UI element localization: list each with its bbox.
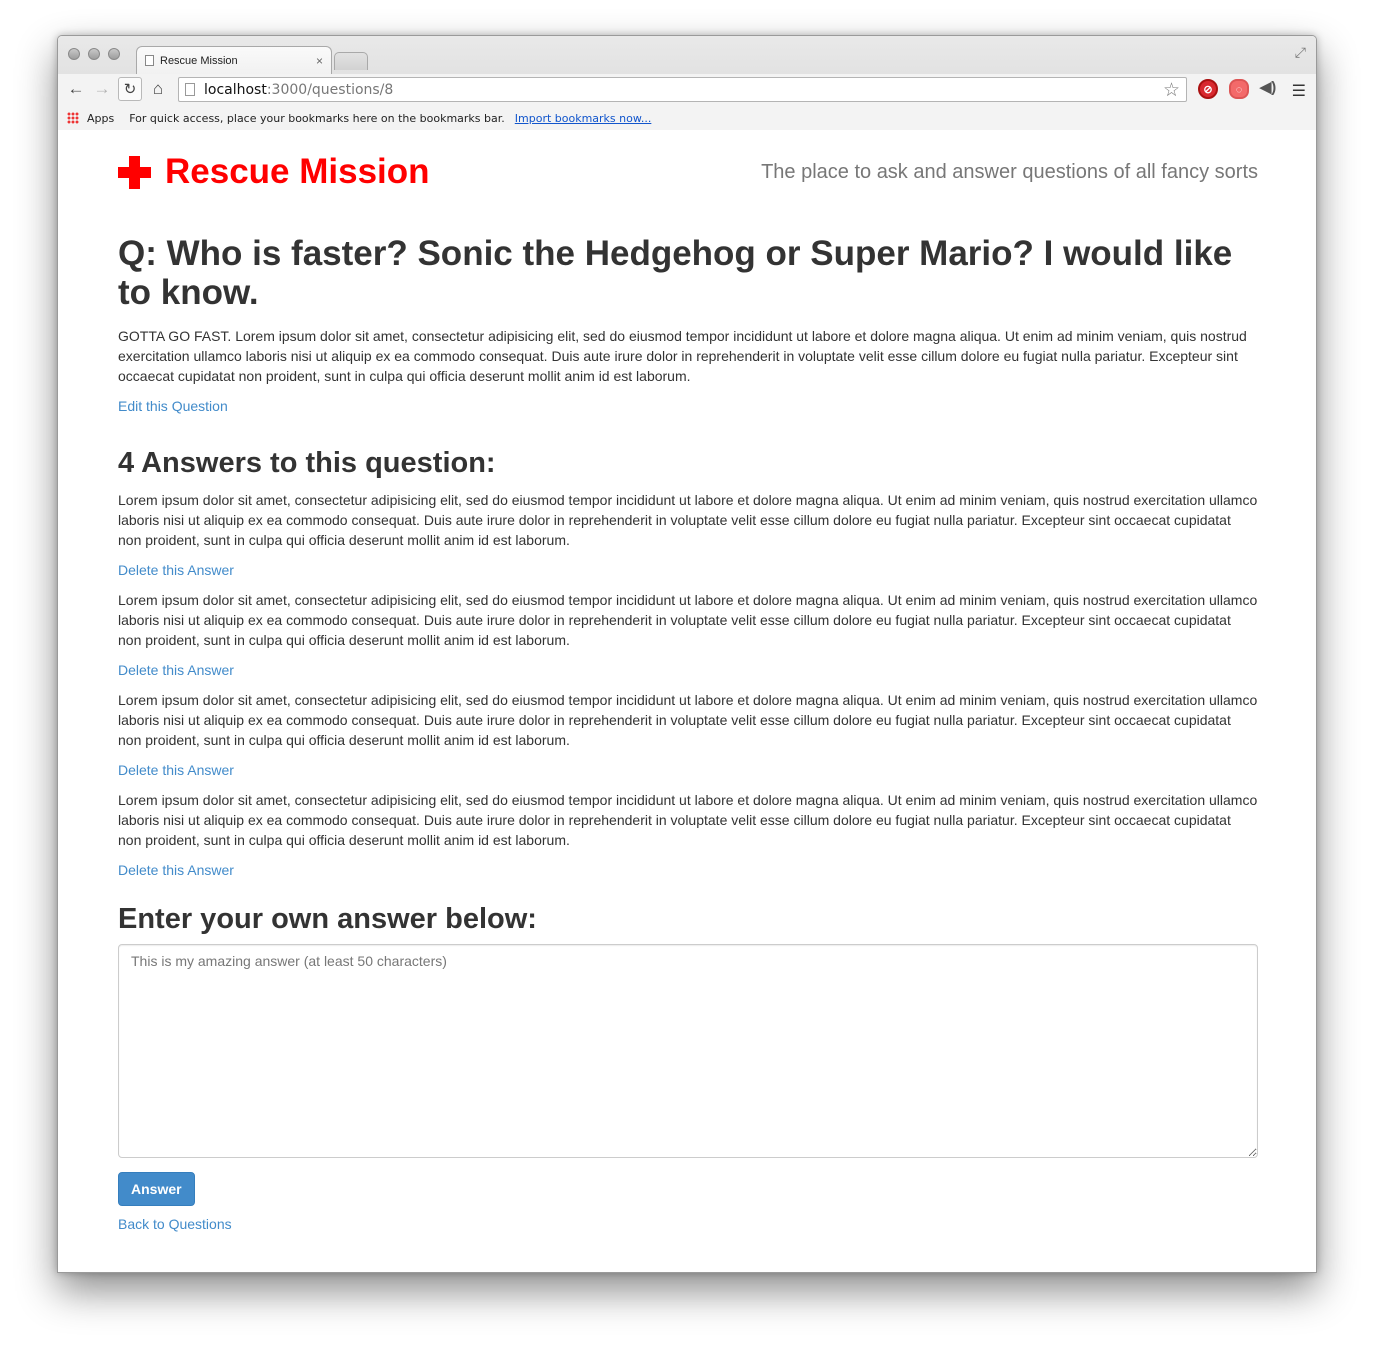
answer-item: Lorem ipsum dolor sit amet, consectetur … [118,490,1258,580]
menu-icon[interactable]: ☰ [1292,81,1306,101]
site-logo[interactable]: Rescue Mission [118,152,430,192]
browser-tab[interactable]: Rescue Mission × [136,46,332,74]
site-tagline: The place to ask and answer questions of… [761,161,1258,183]
question-title: Q: Who is faster? Sonic the Hedgehog or … [118,234,1233,312]
browser-toolbar: ← → ↻ ⌂ localhost:3000/questions/8 ☆ ⊘ ◌… [58,74,1316,106]
bookmarks-bar: Apps For quick access, place your bookma… [58,106,1316,130]
url-path: :3000/questions/8 [266,81,394,98]
delete-answer-link[interactable]: Delete this Answer [118,560,234,580]
red-cross-icon [118,155,151,189]
site-header: Rescue Mission The place to ask and answ… [118,130,1258,240]
site-name: Rescue Mission [165,152,430,191]
url-host: localhost [204,81,267,98]
back-to-questions-link[interactable]: Back to Questions [118,1214,232,1234]
submit-answer-button[interactable]: Answer [118,1172,195,1206]
answer-body: Lorem ipsum dolor sit amet, consectetur … [118,792,1258,848]
tab-title: Rescue Mission [160,54,238,67]
answer-body: Lorem ipsum dolor sit amet, consectetur … [118,592,1258,648]
pocket-extension-icon[interactable]: ◌ [1229,79,1249,99]
address-bar[interactable]: localhost:3000/questions/8 ☆ [178,77,1187,102]
answer-item: Lorem ipsum dolor sit amet, consectetur … [118,590,1258,680]
browser-chrome: Rescue Mission × ⤢ ← → ↻ ⌂ localhost:300… [58,36,1316,130]
delete-answer-link[interactable]: Delete this Answer [118,660,234,680]
answers-heading: 4 Answers to this question: [118,447,496,479]
answer-form: Enter your own answer below: Answer Back… [118,902,1258,1234]
answer-body: Lorem ipsum dolor sit amet, consectetur … [118,492,1258,548]
close-window-button[interactable] [68,48,80,60]
question-body: GOTTA GO FAST. Lorem ipsum dolor sit ame… [118,328,1247,384]
tab-close-icon[interactable]: × [316,54,323,68]
page-content: Rescue Mission The place to ask and answ… [118,130,1258,1234]
minimize-window-button[interactable] [88,48,100,60]
answer-form-heading: Enter your own answer below: [118,903,537,935]
window-controls [68,48,120,60]
delete-answer-link[interactable]: Delete this Answer [118,760,234,780]
delete-answer-link[interactable]: Delete this Answer [118,860,234,880]
zoom-window-button[interactable] [108,48,120,60]
browser-window: Rescue Mission × ⤢ ← → ↻ ⌂ localhost:300… [57,35,1317,1273]
audio-extension-icon[interactable]: ◀) [1258,79,1278,99]
answer-item: Lorem ipsum dolor sit amet, consectetur … [118,690,1258,780]
bookmarks-message: For quick access, place your bookmarks h… [129,111,505,125]
back-arrow-icon[interactable]: ← [64,77,88,101]
answer-body: Lorem ipsum dolor sit amet, consectetur … [118,692,1258,748]
answer-item: Lorem ipsum dolor sit amet, consectetur … [118,790,1258,880]
import-bookmarks-link[interactable]: Import bookmarks now... [515,112,652,125]
forward-arrow-icon[interactable]: → [90,77,114,101]
apps-label[interactable]: Apps [87,112,114,125]
new-tab-button[interactable] [334,52,368,70]
page-icon [145,55,154,66]
page-icon [185,83,195,96]
apps-grid-icon[interactable] [67,112,79,124]
adblock-extension-icon[interactable]: ⊘ [1198,79,1218,99]
bookmark-star-icon[interactable]: ☆ [1163,79,1180,101]
edit-question-link[interactable]: Edit this Question [118,396,228,416]
fullscreen-icon[interactable]: ⤢ [1295,44,1306,61]
answer-textarea[interactable] [118,944,1258,1158]
reload-icon[interactable]: ↻ [118,77,142,101]
home-icon[interactable]: ⌂ [146,77,170,101]
